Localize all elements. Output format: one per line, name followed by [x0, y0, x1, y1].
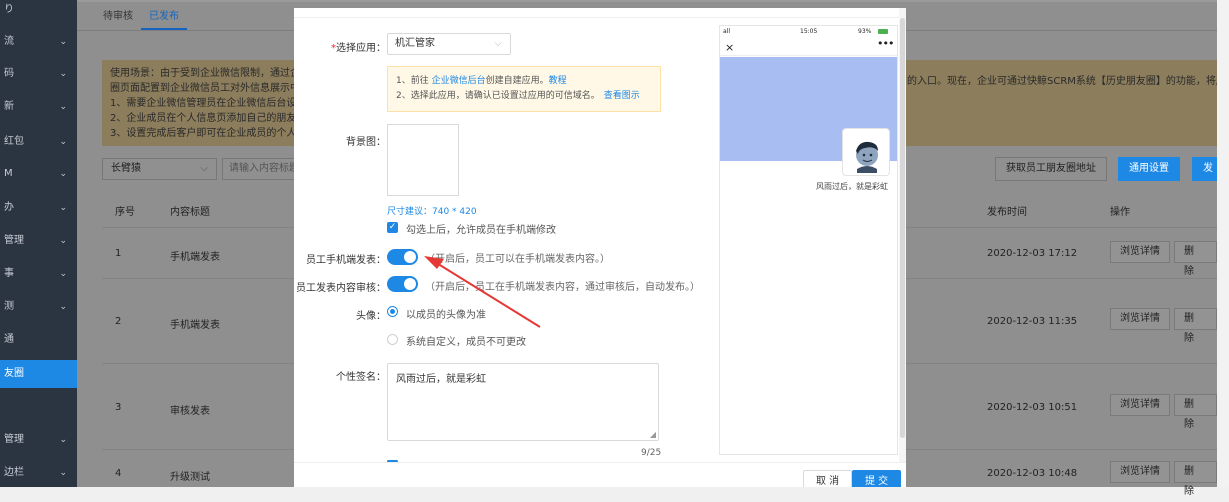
annotation-arrow-icon [424, 256, 541, 328]
